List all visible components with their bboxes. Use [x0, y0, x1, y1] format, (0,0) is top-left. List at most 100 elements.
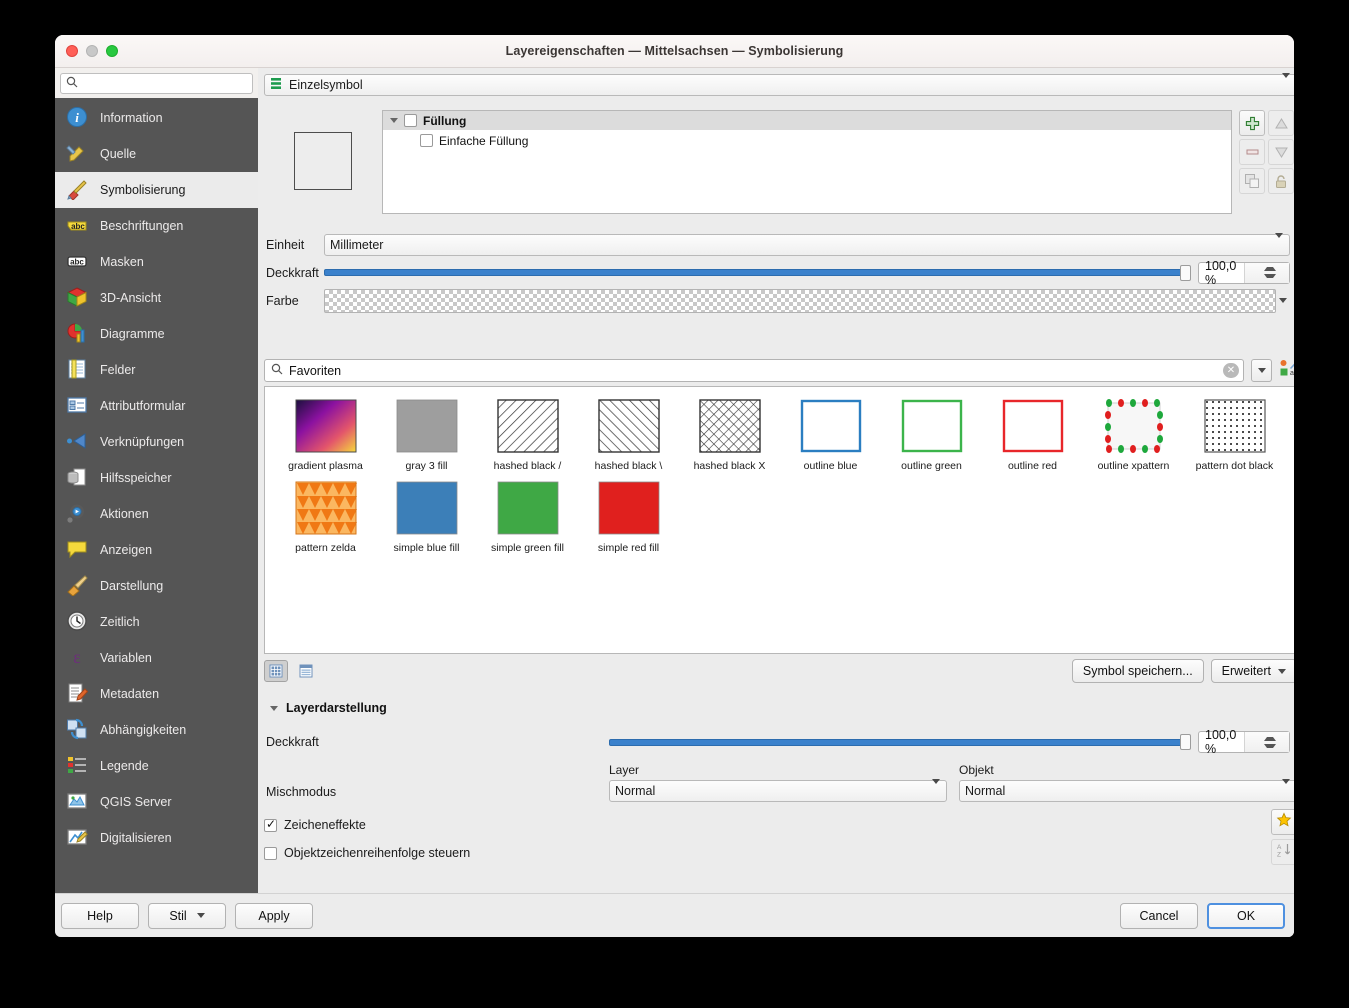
- feature-order-row[interactable]: Objektzeichenreihenfolge steuern: [264, 846, 1294, 860]
- symbol-gallery[interactable]: gradient plasma gray 3 fill hashed black /…: [264, 386, 1294, 654]
- sidebar-item-metadaten[interactable]: Metadaten: [55, 676, 258, 712]
- opacity-spinbox[interactable]: 100,0 %: [1198, 259, 1290, 287]
- clear-icon[interactable]: ✕: [1223, 363, 1239, 378]
- advanced-button[interactable]: Erweitert: [1210, 659, 1294, 683]
- close-window-button[interactable]: [66, 45, 78, 57]
- sidebar-item-diagramme[interactable]: Diagramme: [55, 316, 258, 352]
- sidebar-item-variablen[interactable]: ɛ Variablen: [55, 640, 258, 676]
- feature-order-checkbox[interactable]: [264, 846, 277, 860]
- remove-symbol-layer-button[interactable]: [1239, 139, 1265, 165]
- layer-opacity-spinbox[interactable]: 100,0 %: [1198, 728, 1290, 756]
- sidebar-item-verkn-pfungen[interactable]: Verknüpfungen: [55, 424, 258, 460]
- sidebar-item-3d-ansicht[interactable]: 3D-Ansicht: [55, 280, 258, 316]
- draw-effects-row[interactable]: Zeicheneffekte: [264, 817, 1294, 832]
- sidebar-item-darstellung[interactable]: Darstellung: [55, 568, 258, 604]
- draw-effects-checkbox[interactable]: [264, 817, 277, 832]
- einfache-fuellung-checkbox[interactable]: [420, 134, 433, 147]
- sidebar-item-beschriftungen[interactable]: abc Beschriftungen: [55, 208, 258, 244]
- move-down-button[interactable]: [1268, 139, 1294, 165]
- symbol-item[interactable]: outline blue: [780, 399, 881, 472]
- sort-button[interactable]: A Z: [1271, 839, 1294, 865]
- sidebar-item-attributformular[interactable]: Attributformular: [55, 388, 258, 424]
- unit-field[interactable]: Millimeter: [324, 232, 1290, 256]
- cancel-button[interactable]: Cancel: [1120, 902, 1198, 929]
- spinner-arrows[interactable]: [1243, 732, 1289, 753]
- grid-view-button[interactable]: [264, 660, 288, 682]
- gallery-filter-dropdown[interactable]: [1251, 359, 1272, 382]
- layer-blend-combo[interactable]: Normal: [609, 779, 947, 802]
- minimize-window-button[interactable]: [86, 45, 98, 57]
- sidebar-item-qgis-server[interactable]: QGIS Server: [55, 784, 258, 820]
- effects-button[interactable]: [1271, 809, 1294, 835]
- sidebar-item-symbolisierung[interactable]: Symbolisierung: [55, 172, 258, 208]
- symbol-item[interactable]: hashed black X: [679, 399, 780, 472]
- sidebar-item-label: Beschriftungen: [100, 219, 184, 233]
- symbol-item[interactable]: hashed black /: [477, 399, 578, 472]
- symbol-item[interactable]: pattern zelda: [275, 481, 376, 554]
- opacity-slider[interactable]: [324, 262, 1191, 284]
- symbol-item[interactable]: simple blue fill: [376, 481, 477, 554]
- save-symbol-button[interactable]: Symbol speichern...: [1071, 659, 1204, 683]
- spinner-down-icon[interactable]: [1263, 743, 1276, 753]
- add-symbol-layer-button[interactable]: [1239, 110, 1265, 136]
- style-manager-icon[interactable]: a: [1279, 359, 1294, 382]
- list-view-button[interactable]: [294, 660, 318, 682]
- sidebar-item-quelle[interactable]: Quelle: [55, 136, 258, 172]
- masks-abc-icon: abc: [66, 250, 90, 274]
- layer-opacity-slider[interactable]: [609, 731, 1191, 753]
- symbol-item[interactable]: outline red: [982, 399, 1083, 472]
- renderer-type-combo[interactable]: Einzelsymbol: [264, 73, 1294, 96]
- sidebar-item-abh-ngigkeiten[interactable]: Abhängigkeiten: [55, 712, 258, 748]
- tree-row-einfache-fuellung[interactable]: Einfache Füllung: [383, 131, 1231, 150]
- symbol-item[interactable]: gradient plasma: [275, 399, 376, 472]
- spinner-up-icon[interactable]: [1263, 732, 1276, 741]
- sidebar-item-digitalisieren[interactable]: Digitalisieren: [55, 820, 258, 856]
- symbol-item[interactable]: simple green fill: [477, 481, 578, 554]
- opacity-slider-wrap[interactable]: [324, 262, 1191, 284]
- slider-handle[interactable]: [1180, 264, 1191, 281]
- slider-handle[interactable]: [1180, 734, 1191, 750]
- sidebar-item-zeitlich[interactable]: Zeitlich: [55, 604, 258, 640]
- spinner-down-icon[interactable]: [1263, 274, 1276, 283]
- symbol-item[interactable]: outline xpattern: [1083, 399, 1184, 472]
- sidebar-item-masken[interactable]: abc Masken: [55, 244, 258, 280]
- sidebar-item-aktionen[interactable]: Aktionen: [55, 496, 258, 532]
- feature-blend-combo[interactable]: Normal: [959, 779, 1294, 802]
- symbol-item[interactable]: outline green: [881, 399, 982, 472]
- tree-row-fuellung[interactable]: Füllung: [383, 111, 1231, 130]
- spinner-arrows[interactable]: [1243, 262, 1289, 283]
- help-button[interactable]: Help: [61, 902, 139, 929]
- color-dropdown-button[interactable]: [1276, 289, 1290, 313]
- window-controls[interactable]: [66, 45, 118, 57]
- sidebar-search-box[interactable]: [60, 73, 253, 94]
- fuellung-checkbox[interactable]: [404, 114, 417, 127]
- symbol-layer-tree[interactable]: Füllung Einfache Füllung: [382, 110, 1232, 214]
- move-up-button[interactable]: [1268, 110, 1294, 136]
- symbol-item[interactable]: pattern dot black: [1184, 399, 1285, 472]
- sidebar-item-anzeigen[interactable]: Anzeigen: [55, 532, 258, 568]
- sidebar-item-information[interactable]: i Information: [55, 100, 258, 136]
- symbol-item[interactable]: hashed black \: [578, 399, 679, 472]
- apply-button[interactable]: Apply: [235, 902, 313, 929]
- ok-button[interactable]: OK: [1207, 902, 1285, 929]
- gallery-search-box[interactable]: Favoriten ✕: [264, 359, 1244, 382]
- sidebar-search-input[interactable]: [83, 76, 247, 91]
- layer-opacity-slider-wrap[interactable]: [609, 731, 1191, 753]
- symbol-thumbnail: [597, 399, 660, 453]
- lock-button[interactable]: [1268, 168, 1294, 194]
- sidebar-item-felder[interactable]: Felder: [55, 352, 258, 388]
- sidebar-item-legende[interactable]: Legende: [55, 748, 258, 784]
- layer-rendering-header[interactable]: Layerdarstellung: [264, 701, 1294, 715]
- expand-collapse-icon[interactable]: [390, 118, 398, 123]
- style-button[interactable]: Stil: [148, 902, 226, 929]
- sidebar-item-hilfsspeicher[interactable]: Hilfsspeicher: [55, 460, 258, 496]
- collapse-icon[interactable]: [270, 705, 278, 711]
- maximize-window-button[interactable]: [106, 45, 118, 57]
- ok-label: OK: [1236, 908, 1256, 923]
- spinner-up-icon[interactable]: [1263, 263, 1276, 271]
- duplicate-button[interactable]: [1239, 168, 1265, 194]
- unit-combo[interactable]: Millimeter: [324, 232, 1290, 256]
- color-swatch-button[interactable]: [324, 288, 1276, 313]
- symbol-item[interactable]: gray 3 fill: [376, 399, 477, 472]
- symbol-item[interactable]: simple red fill: [578, 481, 679, 554]
